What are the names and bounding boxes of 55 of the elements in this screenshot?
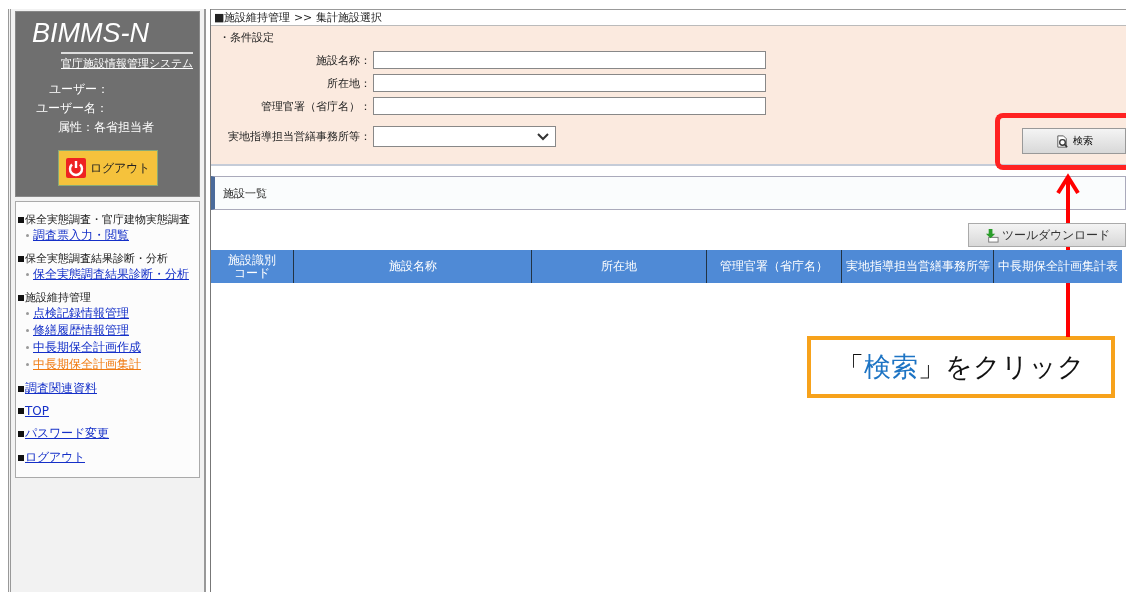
nav-link[interactable]: 保全実態調査結果診断・分析 [33,266,189,283]
bullet-icon [26,273,29,276]
logout-button[interactable]: ログアウト [57,150,158,186]
bullet-icon [18,294,24,301]
user-info-text: 属性：各省担当者 [58,119,154,136]
section-title: ・条件設定 [219,30,275,45]
bullet-icon [26,329,29,332]
nav-link[interactable]: 修繕履歴情報管理 [33,322,129,339]
field-label: 施設名称： [315,52,371,68]
column-header: 施設名称 [294,250,532,283]
input-field[interactable] [373,97,766,115]
input-field[interactable] [373,51,766,69]
nav-link[interactable]: TOP [25,404,49,418]
bullet-icon [26,234,29,237]
search-button[interactable]: 検索 [1022,128,1126,154]
nav-link[interactable]: 中長期保全計画作成 [33,339,141,356]
bullet-icon [18,255,24,262]
download-button[interactable]: ツールダウンロード [968,223,1126,247]
bullet-icon [18,430,24,437]
field-label: 所在地： [326,75,371,91]
column-header: 施設識別コード [211,250,294,283]
breadcrumb: ■施設維持管理 >> 集計施設選択 [211,9,1126,26]
chevron-down-icon [537,132,549,141]
column-header: 中長期保全計画集計表 [994,250,1122,283]
nav-link[interactable]: 調査票入力・閲覧 [33,227,129,244]
nav-link[interactable]: 点検記録情報管理 [33,305,129,322]
column-header: 実地指導担当営繕事務所等 [842,250,994,283]
dropdown-field[interactable] [373,126,556,147]
bullet-icon [18,385,24,392]
callout-text: 「検索」をクリック [807,336,1115,398]
input-field[interactable] [373,74,766,92]
section-title: 施設一覧 [223,185,267,201]
download-icon [984,227,999,243]
bullet-icon [26,312,29,315]
logo-text: BIMMS-N [31,18,150,48]
power-icon [65,158,86,178]
system-subtitle: 官庁施設情報管理システム [61,52,193,71]
bullet-icon [18,216,24,223]
column-header: 管理官署（省庁名） [707,250,842,283]
bullet-icon [26,363,29,366]
field-label: 管理官署（省庁名）： [260,98,371,114]
nav-heading: 保全実態調査結果診断・分析 [25,251,168,266]
nav-heading: 施設維持管理 [25,290,91,305]
bullet-icon [26,346,29,349]
nav-link[interactable]: ログアウト [25,449,85,466]
column-header: 所在地 [532,250,707,283]
nav-link[interactable]: 調査関連資料 [25,380,97,397]
nav-link[interactable]: パスワード変更 [25,425,109,442]
bullet-icon [18,408,24,414]
bullet-icon [18,454,24,461]
user-info-text: ユーザー名： [36,100,108,117]
nav-heading: 保全実態調査・官庁建物実態調査 [25,212,190,227]
search-icon [1055,133,1070,149]
field-label: 実地指導担当営繕事務所等： [227,129,371,144]
user-info-text: ユーザー： [49,81,109,98]
